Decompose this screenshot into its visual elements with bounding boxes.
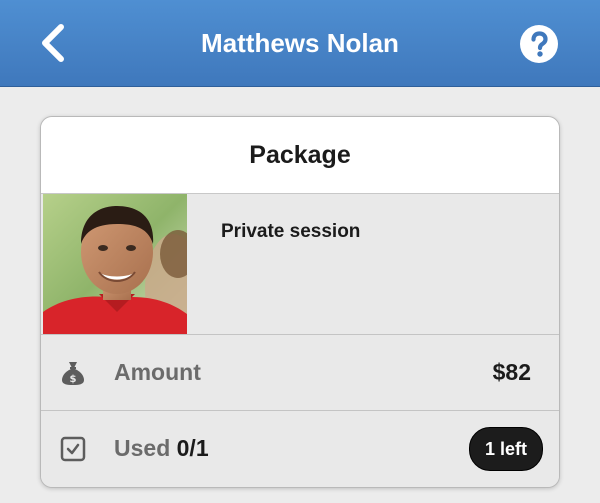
used-value: 0/1: [176, 435, 209, 461]
package-row[interactable]: Private session: [41, 194, 559, 335]
help-button[interactable]: [518, 23, 560, 65]
chevron-left-icon: [42, 24, 64, 62]
card-header: Package: [41, 117, 559, 194]
svg-text:$: $: [70, 374, 77, 385]
used-label: Used 0/1: [114, 435, 209, 462]
amount-row: $ Amount $82: [41, 335, 559, 411]
used-label-text: Used: [114, 435, 171, 461]
page-title: Matthews Nolan: [201, 28, 399, 58]
checkbox-icon: [59, 435, 87, 463]
remaining-badge: 1 left: [469, 427, 543, 471]
money-bag-icon: $: [59, 359, 87, 387]
card-title: Package: [249, 141, 351, 169]
question-circle-icon: [520, 25, 558, 63]
back-button[interactable]: [30, 20, 76, 66]
amount-label: Amount: [114, 359, 201, 385]
person-photo: [43, 194, 187, 334]
package-card: Package Private session $ Amount $82 Use…: [40, 116, 560, 488]
amount-value: $82: [492, 359, 531, 385]
used-row: Used 0/1 1 left: [41, 411, 559, 487]
package-name: Private session: [221, 221, 361, 242]
header-bar: Matthews Nolan: [0, 0, 600, 87]
